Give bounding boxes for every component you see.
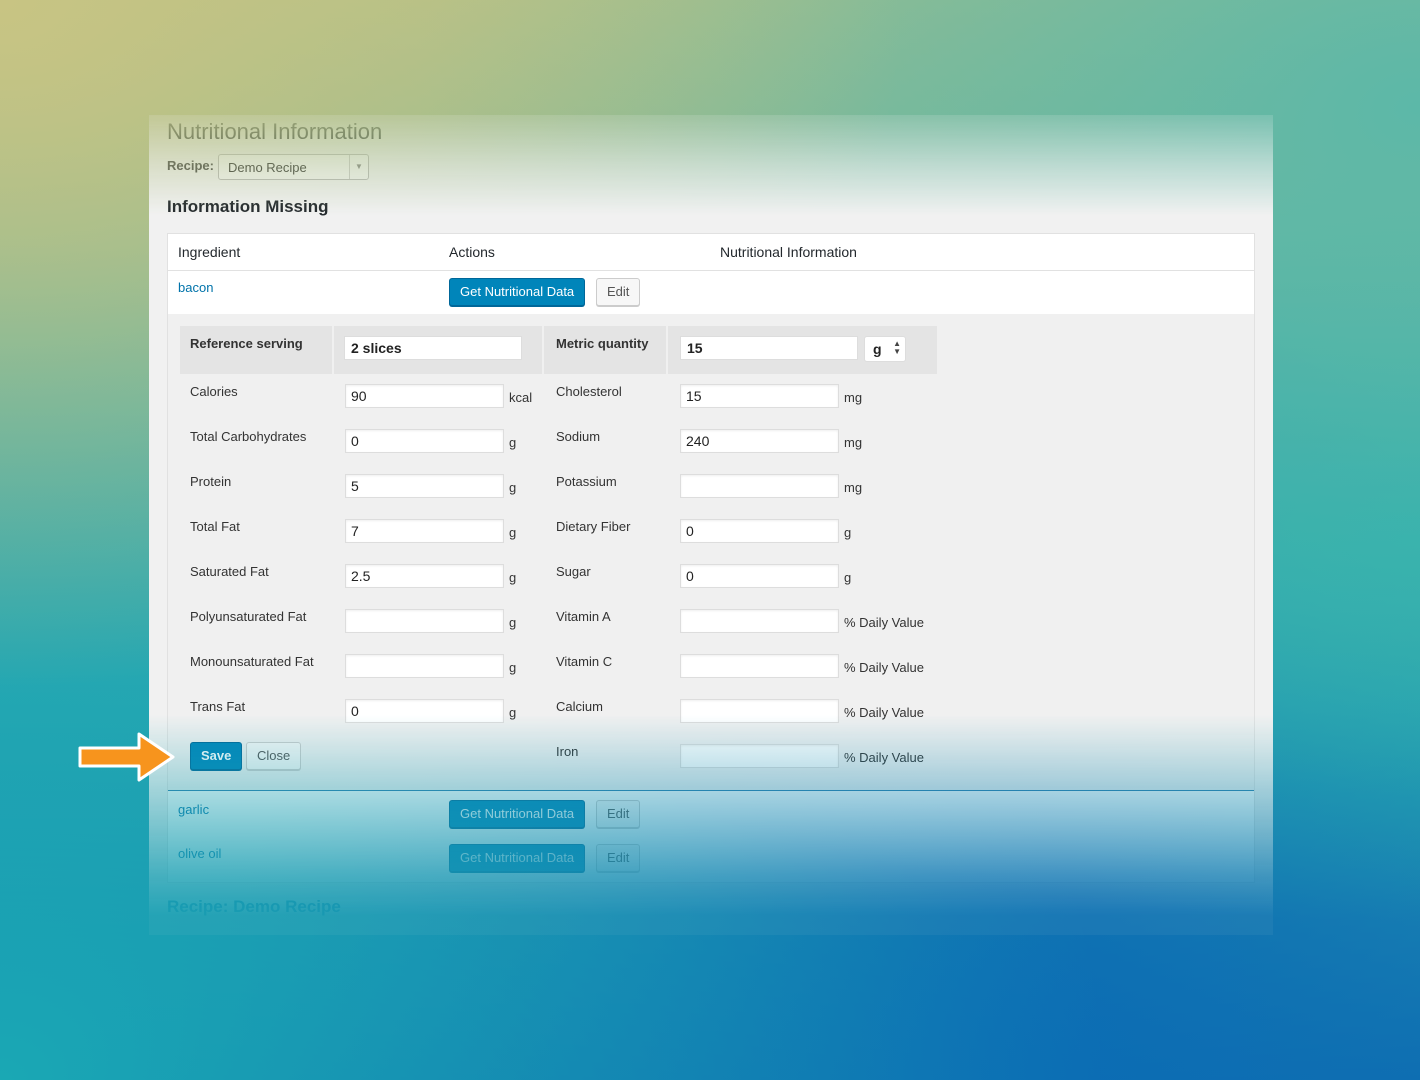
column-header-nutritional-information: Nutritional Information xyxy=(720,244,857,260)
polyunsaturated-fat-unit: g xyxy=(509,615,517,630)
sodium-unit: mg xyxy=(844,435,863,450)
field-label-sodium: Sodium xyxy=(556,429,601,444)
column-header-actions: Actions xyxy=(449,244,495,260)
section-title: Information Missing xyxy=(167,197,329,216)
close-button[interactable]: Close xyxy=(246,742,302,770)
total-carbohydrates-unit: g xyxy=(509,435,517,450)
calcium-input[interactable] xyxy=(680,699,839,723)
save-button[interactable]: Save xyxy=(190,742,243,770)
field-label-calcium: Calcium xyxy=(556,699,603,714)
total-fat-unit: g xyxy=(509,525,517,540)
field-label-vitamin-a: Vitamin A xyxy=(556,609,611,624)
column-header-ingredient: Ingredient xyxy=(178,244,241,260)
trans-fat-input[interactable]: 0 xyxy=(345,699,504,723)
reference-serving-label: Reference serving xyxy=(190,336,303,351)
recipe-heading: Recipe: Demo Recipe xyxy=(167,897,341,916)
protein-input[interactable]: 5 xyxy=(345,474,504,498)
sodium-input[interactable]: 240 xyxy=(680,429,839,453)
field-label-potassium: Potassium xyxy=(556,474,617,489)
editor-divider xyxy=(168,790,1254,791)
divider xyxy=(542,326,544,374)
ingredient-link-bacon[interactable]: bacon xyxy=(178,280,213,295)
reference-serving-input[interactable]: 2 slices xyxy=(344,336,522,360)
get-nutritional-data-button-olive-oil[interactable]: Get Nutritional Data xyxy=(449,844,586,872)
edit-button-bacon[interactable]: Edit xyxy=(596,278,641,306)
recipe-label: Recipe: xyxy=(167,158,214,173)
edit-button-olive-oil[interactable]: Edit xyxy=(596,844,641,872)
field-label-total-carbohydrates: Total Carbohydrates xyxy=(190,429,307,444)
field-label-calories: Calories xyxy=(190,384,238,399)
field-label-vitamin-c: Vitamin C xyxy=(556,654,613,669)
iron-unit: % Daily Value xyxy=(844,750,924,765)
field-label-monounsaturated-fat: Monounsaturated Fat xyxy=(190,654,314,669)
recipe-select-value: Demo Recipe xyxy=(228,160,307,175)
pointer-arrow-icon xyxy=(78,732,175,782)
field-label-cholesterol: Cholesterol xyxy=(556,384,622,399)
divider xyxy=(332,326,334,374)
dietary-fiber-unit: g xyxy=(844,525,852,540)
sugar-input[interactable]: 0 xyxy=(680,564,839,588)
ingredients-table: Ingredient Actions Nutritional Informati… xyxy=(167,233,1255,883)
field-label-iron: Iron xyxy=(556,744,579,759)
sugar-unit: g xyxy=(844,570,852,585)
total-carbohydrates-input[interactable]: 0 xyxy=(345,429,504,453)
dietary-fiber-input[interactable]: 0 xyxy=(680,519,839,543)
monounsaturated-fat-input[interactable] xyxy=(345,654,504,678)
metric-quantity-input[interactable]: 15 xyxy=(680,336,858,360)
monounsaturated-fat-unit: g xyxy=(509,660,517,675)
vitamin-c-unit: % Daily Value xyxy=(844,660,924,675)
metric-quantity-label: Metric quantity xyxy=(556,336,649,351)
divider xyxy=(666,326,668,374)
trans-fat-unit: g xyxy=(509,705,517,720)
reference-row: Reference serving 2 slices Metric quanti… xyxy=(180,326,937,374)
page-title: Nutritional Information xyxy=(167,119,383,144)
potassium-unit: mg xyxy=(844,480,863,495)
metric-unit-value: g xyxy=(873,341,882,357)
calcium-unit: % Daily Value xyxy=(844,705,924,720)
saturated-fat-input[interactable]: 2.5 xyxy=(345,564,504,588)
ingredient-link-garlic[interactable]: garlic xyxy=(178,802,209,817)
edit-button-garlic[interactable]: Edit xyxy=(596,800,641,828)
chevron-down-icon: ▼ xyxy=(349,155,368,179)
nutrition-editor: Reference serving 2 slices Metric quanti… xyxy=(168,314,1254,790)
calories-input[interactable]: 90 xyxy=(345,384,504,408)
vitamin-a-unit: % Daily Value xyxy=(844,615,924,630)
protein-unit: g xyxy=(509,480,517,495)
iron-input[interactable] xyxy=(680,744,839,768)
saturated-fat-unit: g xyxy=(509,570,517,585)
polyunsaturated-fat-input[interactable] xyxy=(345,609,504,633)
field-label-saturated-fat: Saturated Fat xyxy=(190,564,269,579)
nutrition-panel: Nutritional Information Recipe: Demo Rec… xyxy=(149,115,1273,935)
field-label-dietary-fiber: Dietary Fiber xyxy=(556,519,631,534)
recipe-select[interactable]: Demo Recipe ▼ xyxy=(218,154,369,180)
total-fat-input[interactable]: 7 xyxy=(345,519,504,543)
field-label-protein: Protein xyxy=(190,474,232,489)
vitamin-a-input[interactable] xyxy=(680,609,839,633)
updown-arrows-icon: ▲ ▼ xyxy=(893,339,901,356)
get-nutritional-data-button-bacon[interactable]: Get Nutritional Data xyxy=(449,278,586,306)
ingredient-link-olive-oil[interactable]: olive oil xyxy=(178,846,221,861)
calories-unit: kcal xyxy=(509,390,533,405)
field-label-trans-fat: Trans Fat xyxy=(190,699,246,714)
field-label-sugar: Sugar xyxy=(556,564,591,579)
field-label-polyunsaturated-fat: Polyunsaturated Fat xyxy=(190,609,307,624)
cholesterol-unit: mg xyxy=(844,390,863,405)
field-label-total-fat: Total Fat xyxy=(190,519,240,534)
get-nutritional-data-button-garlic[interactable]: Get Nutritional Data xyxy=(449,800,586,828)
header-divider xyxy=(168,270,1254,271)
cholesterol-input[interactable]: 15 xyxy=(680,384,839,408)
vitamin-c-input[interactable] xyxy=(680,654,839,678)
potassium-input[interactable] xyxy=(680,474,839,498)
metric-unit-select[interactable]: g ▲ ▼ xyxy=(864,336,906,362)
